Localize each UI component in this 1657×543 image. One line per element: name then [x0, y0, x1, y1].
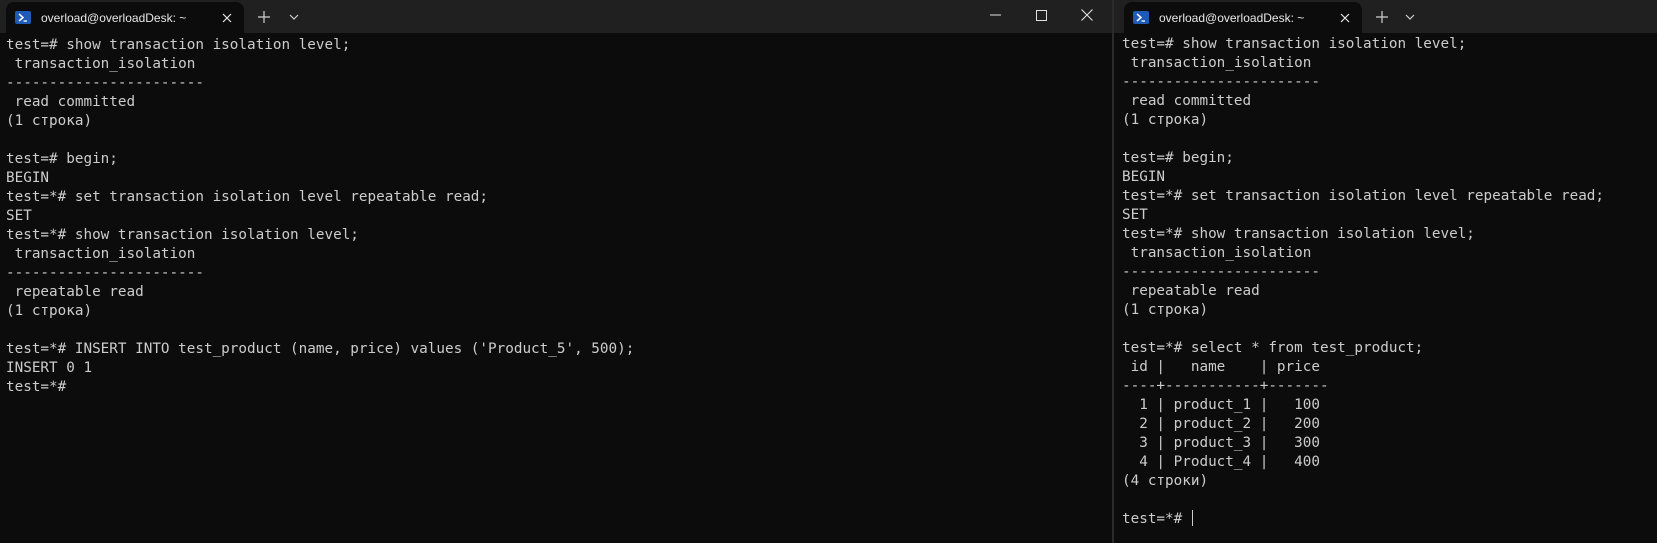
tab-title: overload@overloadDesk: ~: [41, 10, 187, 25]
terminal-line: SET: [6, 208, 32, 224]
terminal-line: 3 | product_3 | 300: [1122, 435, 1320, 451]
chevron-down-icon: [289, 14, 299, 20]
powershell-icon: [1133, 11, 1149, 24]
powershell-icon: [15, 11, 31, 24]
terminal-line: (1 строка): [1122, 302, 1209, 318]
close-icon[interactable]: [214, 5, 240, 31]
terminal-tab[interactable]: overload@overloadDesk: ~: [1124, 2, 1362, 33]
terminal-line: repeatable read: [6, 284, 144, 300]
terminal-line: test=*# show transaction isolation level…: [6, 227, 359, 243]
window-close-button[interactable]: [1064, 0, 1110, 30]
title-bar: overload@overloadDesk: ~: [1114, 0, 1657, 33]
terminal-output[interactable]: test=# show transaction isolation level;…: [1122, 35, 1657, 543]
terminal-output[interactable]: test=# show transaction isolation level;…: [6, 36, 1112, 543]
terminal-line: test=*# set transaction isolation level …: [1122, 188, 1605, 204]
terminal-line: transaction_isolation: [6, 246, 196, 262]
maximize-button[interactable]: [1018, 0, 1064, 30]
maximize-icon: [1035, 9, 1047, 21]
terminal-line: -----------------------: [6, 75, 204, 91]
terminal-line: 4 | Product_4 | 400: [1122, 454, 1320, 470]
terminal-line: transaction_isolation: [6, 56, 196, 72]
close-icon: [1081, 9, 1093, 21]
terminal-line: (1 строка): [6, 303, 93, 319]
terminal-line: -----------------------: [1122, 74, 1320, 90]
terminal-line: test=*# INSERT INTO test_product (name, …: [6, 341, 635, 357]
terminal-line: transaction_isolation: [1122, 55, 1312, 71]
new-tab-button[interactable]: [1368, 4, 1396, 30]
title-bar: overload@overloadDesk: ~: [0, 0, 1112, 33]
terminal-prompt: test=*#: [1122, 511, 1191, 527]
terminal-line: test=*#: [6, 379, 67, 395]
terminal-line: BEGIN: [6, 170, 50, 186]
terminal-tab[interactable]: overload@overloadDesk: ~: [6, 2, 244, 33]
terminal-line: 2 | product_2 | 200: [1122, 416, 1320, 432]
terminal-line: -----------------------: [6, 265, 204, 281]
close-icon[interactable]: [1332, 5, 1358, 31]
terminal-line: read committed: [1122, 93, 1252, 109]
terminal-line: repeatable read: [1122, 283, 1260, 299]
terminal-line: test=# begin;: [6, 151, 118, 167]
minimize-button[interactable]: [972, 0, 1018, 30]
terminal-line: SET: [1122, 207, 1148, 223]
tab-dropdown-button[interactable]: [280, 4, 308, 30]
terminal-line: transaction_isolation: [1122, 245, 1312, 261]
minimize-icon: [989, 14, 1001, 16]
tab-title: overload@overloadDesk: ~: [1159, 10, 1305, 25]
plus-icon: [1376, 11, 1388, 23]
terminal-line: id | name | price: [1122, 359, 1320, 375]
terminal-line: test=# show transaction isolation level;: [1122, 36, 1467, 52]
terminal-line: test=*# show transaction isolation level…: [1122, 226, 1475, 242]
terminal-line: 1 | product_1 | 100: [1122, 397, 1320, 413]
terminal-window-right: overload@overloadDesk: ~ test=# show tra…: [1114, 0, 1657, 543]
terminal-window-left: overload@overloadDesk: ~ test=# show tra…: [0, 0, 1112, 543]
new-tab-button[interactable]: [250, 4, 278, 30]
chevron-down-icon: [1405, 14, 1415, 20]
terminal-line: INSERT 0 1: [6, 360, 93, 376]
terminal-line: test=*# set transaction isolation level …: [6, 189, 489, 205]
terminal-line: test=# begin;: [1122, 150, 1234, 166]
terminal-line: -----------------------: [1122, 264, 1320, 280]
terminal-line: test=# show transaction isolation level;: [6, 37, 351, 53]
terminal-line: test=*# select * from test_product;: [1122, 340, 1424, 356]
terminal-line: read committed: [6, 94, 136, 110]
text-cursor: [1191, 510, 1193, 526]
plus-icon: [258, 11, 270, 23]
tab-dropdown-button[interactable]: [1396, 4, 1424, 30]
terminal-line: (4 строки): [1122, 473, 1209, 489]
terminal-line: (1 строка): [1122, 112, 1209, 128]
terminal-line: BEGIN: [1122, 169, 1166, 185]
terminal-line: ----+-----------+-------: [1122, 378, 1329, 394]
terminal-line: (1 строка): [6, 113, 93, 129]
